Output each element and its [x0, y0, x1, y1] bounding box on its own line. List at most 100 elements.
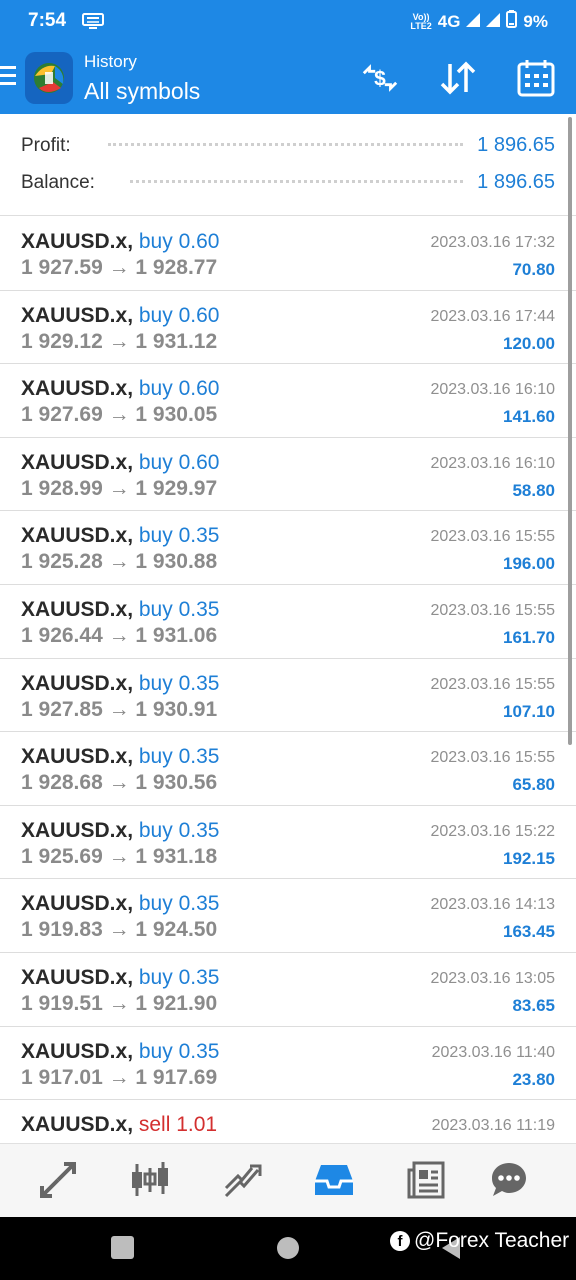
deal-prices: 1 928.68 → 1 930.56 — [21, 771, 218, 795]
deal-row[interactable]: XAUUSD.x, buy 0.35 1 928.68 → 1 930.56 202… — [0, 732, 576, 806]
deal-profit: 23.80 — [512, 1069, 555, 1089]
chat-icon[interactable] — [486, 1158, 532, 1202]
deal-action: buy 0.60 — [138, 377, 220, 401]
deal-time: 2023.03.16 15:55 — [430, 528, 555, 546]
menu-icon[interactable] — [0, 66, 16, 90]
deal-row[interactable]: XAUUSD.x, buy 0.35 1 927.85 → 1 930.91 202… — [0, 659, 576, 733]
deal-prices: 1 927.69 → 1 930.05 — [21, 403, 218, 427]
deal-row[interactable]: XAUUSD.x, buy 0.35 1 925.69 → 1 931.18 202… — [0, 806, 576, 880]
deal-row[interactable]: XAUUSD.x, buy 0.35 1 919.83 → 1 924.50 202… — [0, 879, 576, 953]
deal-prices: 1 919.83 → 1 924.50 — [21, 918, 218, 942]
deal-time: 2023.03.16 11:19 — [431, 1117, 555, 1135]
balance-row: Balance: 1 896.65 — [0, 168, 576, 198]
notification-doc-icon — [82, 13, 104, 36]
currency-filter-icon[interactable]: $ — [360, 58, 400, 98]
deal-symbol: XAUUSD.x, buy 0.60 — [21, 230, 220, 253]
deal-action: sell 1.01 — [138, 1113, 218, 1137]
deal-profit: 107.10 — [503, 701, 555, 721]
deal-profit: 161.70 — [503, 627, 555, 647]
recents-button[interactable] — [111, 1236, 134, 1259]
quotes-icon[interactable] — [35, 1158, 81, 1202]
dotted-leader — [130, 180, 463, 184]
chart-icon[interactable] — [127, 1158, 173, 1202]
deal-symbol: XAUUSD.x, buy 0.35 — [21, 965, 220, 989]
history-icon[interactable] — [311, 1158, 357, 1202]
deal-action: buy 0.60 — [138, 230, 220, 253]
deal-time: 2023.03.16 15:22 — [430, 822, 555, 840]
watermark: f @Forex Teacher — [390, 1229, 569, 1253]
deal-action: buy 0.35 — [138, 597, 220, 621]
deal-symbol: XAUUSD.x, buy 0.35 — [21, 671, 220, 695]
deal-symbol: XAUUSD.x, buy 0.60 — [21, 303, 220, 327]
deal-row[interactable]: XAUUSD.x, buy 0.35 1 926.44 → 1 931.06 202… — [0, 585, 576, 659]
home-button[interactable] — [277, 1237, 299, 1259]
profit-row: Profit: 1 896.65 — [0, 131, 576, 161]
deal-action: buy 0.35 — [138, 745, 220, 769]
deal-prices: 1 927.59 → 1 928.77 — [21, 256, 218, 279]
deal-symbol: XAUUSD.x, buy 0.35 — [21, 524, 220, 548]
deal-profit: 58.80 — [512, 480, 555, 500]
deal-profit: 163.45 — [503, 922, 555, 942]
app-bar: History All symbols $ — [0, 42, 576, 114]
deal-row[interactable]: XAUUSD.x, buy 0.60 1 929.12 → 1 931.12 202… — [0, 291, 576, 365]
system-nav-bar: f @Forex Teacher — [0, 1217, 576, 1280]
battery-icon — [506, 10, 518, 33]
news-icon[interactable] — [403, 1158, 449, 1202]
metatrader-logo[interactable] — [25, 52, 73, 104]
deal-prices: 1 919.51 → 1 921.90 — [21, 991, 218, 1015]
deal-time: 2023.03.16 17:32 — [430, 234, 555, 251]
network-label: 4G — [437, 11, 461, 31]
deal-row[interactable]: XAUUSD.x, buy 0.60 1 928.99 → 1 929.97 202… — [0, 438, 576, 512]
deal-time: 2023.03.16 11:40 — [431, 1043, 555, 1061]
account-summary: Profit: 1 896.65 Balance: 1 896.65 — [0, 114, 576, 216]
deal-profit: 196.00 — [503, 554, 555, 574]
deal-prices: 1 929.12 → 1 931.12 — [21, 329, 218, 353]
deal-prices: 1 928.99 → 1 929.97 — [21, 476, 218, 500]
deal-time: 2023.03.16 16:10 — [430, 454, 555, 472]
balance-value: 1 896.65 — [477, 171, 555, 193]
deal-time: 2023.03.16 16:10 — [430, 381, 555, 399]
facebook-icon: f — [390, 1231, 410, 1251]
screen-title[interactable]: All symbols — [84, 78, 200, 105]
deal-row[interactable]: XAUUSD.x, buy 0.35 1 917.01 → 1 917.69 202… — [0, 1027, 576, 1101]
deal-time: 2023.03.16 15:55 — [430, 749, 555, 767]
deal-symbol: XAUUSD.x, buy 0.35 — [21, 818, 220, 842]
deal-time: 2023.03.16 15:55 — [430, 601, 555, 619]
volte-icon: Vo)) LTE2 — [410, 11, 432, 31]
watermark-text: @Forex Teacher — [414, 1229, 570, 1252]
deal-symbol: XAUUSD.x, buy 0.35 — [21, 597, 220, 621]
deal-row[interactable]: XAUUSD.x, buy 0.60 1 927.69 → 1 930.05 202… — [0, 364, 576, 438]
deal-row[interactable]: XAUUSD.x, sell 1.01 2023.03.16 11:19 — [0, 1100, 576, 1143]
profit-label: Profit: — [21, 135, 71, 156]
deal-row[interactable]: XAUUSD.x, buy 0.60 1 927.59 → 1 928.77 202… — [0, 217, 576, 291]
deal-row[interactable]: XAUUSD.x, buy 0.35 1 919.51 → 1 921.90 202… — [0, 953, 576, 1027]
deal-prices: 1 926.44 → 1 931.06 — [21, 623, 218, 647]
trade-icon[interactable] — [219, 1158, 265, 1202]
profit-value: 1 896.65 — [477, 134, 555, 156]
deal-prices: 1 925.28 → 1 930.88 — [21, 550, 218, 574]
sort-icon[interactable] — [438, 58, 478, 98]
deal-prices: 1 917.01 → 1 917.69 — [21, 1065, 218, 1089]
deal-symbol: XAUUSD.x, buy 0.35 — [21, 1039, 220, 1063]
deal-time: 2023.03.16 17:44 — [430, 307, 555, 325]
deal-row[interactable]: XAUUSD.x, buy 0.35 1 925.28 → 1 930.88 202… — [0, 511, 576, 585]
deal-action: buy 0.60 — [138, 450, 220, 474]
deal-symbol: XAUUSD.x, buy 0.35 — [21, 745, 220, 769]
calendar-icon[interactable] — [516, 58, 556, 98]
deal-profit: 120.00 — [503, 333, 555, 353]
battery-percent: 9% — [523, 11, 548, 31]
scrollbar[interactable] — [568, 117, 572, 745]
deal-action: buy 0.35 — [138, 524, 220, 548]
deal-profit: 141.60 — [503, 407, 555, 427]
svg-text:$: $ — [374, 68, 386, 91]
deal-action: buy 0.35 — [138, 965, 220, 989]
deals-list: XAUUSD.x, buy 0.60 1 927.59 → 1 928.77 202… — [0, 217, 576, 1143]
status-bar: 7:54 Vo)) LTE2 4G 9% — [0, 0, 576, 42]
deal-prices: 1 927.85 → 1 930.91 — [21, 697, 218, 721]
deal-time: 2023.03.16 14:13 — [430, 896, 555, 914]
deal-action: buy 0.35 — [138, 1039, 220, 1063]
balance-label: Balance: — [21, 172, 95, 193]
dotted-leader — [108, 143, 463, 147]
status-time: 7:54 — [28, 10, 67, 31]
signal-icon-2 — [486, 12, 501, 32]
